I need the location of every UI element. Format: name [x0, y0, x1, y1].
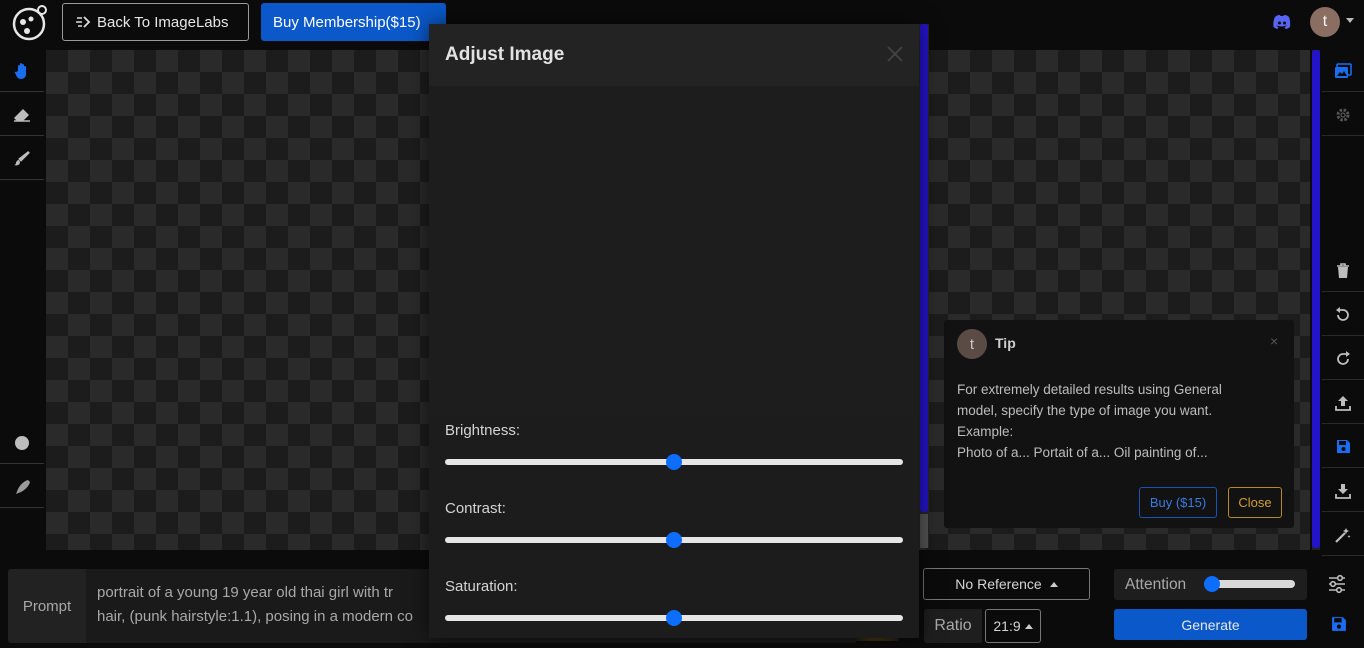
- adjust-image-dialog: Adjust Image Brightness: Contrast: Satur…: [429, 24, 919, 638]
- caret-up-icon: [1049, 581, 1058, 587]
- brush-tool-button[interactable]: [0, 138, 44, 180]
- reference-dropdown-label: No Reference: [955, 576, 1042, 592]
- caret-up-icon: [1024, 623, 1033, 629]
- download-button[interactable]: [1322, 470, 1364, 512]
- brush-icon: [14, 150, 30, 165]
- contrast-label: Contrast:: [445, 500, 506, 517]
- attention-label: Attention: [1125, 576, 1187, 593]
- saturation-label: Saturation:: [445, 578, 518, 595]
- hand-tool-button[interactable]: [0, 50, 44, 92]
- settings-cog-button[interactable]: [1322, 94, 1364, 136]
- attention-control: Attention: [1114, 569, 1307, 600]
- ratio-value: 21:9: [993, 618, 1021, 634]
- brightness-label: Brightness:: [445, 422, 521, 439]
- magic-wand-button[interactable]: [1322, 514, 1364, 556]
- tip-buy-button[interactable]: Buy ($15): [1139, 487, 1217, 518]
- dialog-header: Adjust Image: [429, 24, 919, 86]
- modal-scrollbar-thumb[interactable]: [920, 24, 928, 512]
- image-preview: [429, 86, 919, 416]
- prompt-label: Prompt: [8, 569, 86, 643]
- tip-panel: t Tip × For extremely detailed results u…: [944, 320, 1294, 528]
- tip-avatar: t: [957, 329, 987, 359]
- back-button-label: Back To ImageLabs: [97, 13, 229, 31]
- tip-line: Example:: [957, 424, 1014, 439]
- run-back-icon: [76, 16, 91, 28]
- attention-slider-thumb[interactable]: [1204, 576, 1220, 592]
- ratio-label: Ratio: [924, 609, 982, 643]
- user-menu-caret-icon[interactable]: [1346, 18, 1354, 23]
- upload-button[interactable]: [1322, 382, 1364, 424]
- saturation-slider[interactable]: [445, 610, 903, 626]
- back-to-imagelabs-button[interactable]: Back To ImageLabs: [62, 3, 249, 41]
- buy-membership-button[interactable]: Buy Membership($15): [261, 3, 446, 41]
- tip-title: Tip: [995, 335, 1016, 351]
- pen-tool-button[interactable]: [0, 466, 44, 508]
- brightness-slider-thumb[interactable]: [666, 454, 682, 470]
- discord-icon[interactable]: [1272, 12, 1292, 32]
- app-root: Back To ImageLabs Buy Membership($15) t: [0, 0, 1364, 648]
- sliders-settings-icon[interactable]: [1327, 574, 1347, 594]
- download-icon: [1335, 483, 1351, 499]
- saturation-slider-thumb[interactable]: [666, 610, 682, 626]
- undo-button[interactable]: [1322, 294, 1364, 336]
- imagelabs-logo-icon[interactable]: [9, 4, 49, 42]
- canvas-scrollbar-thumb[interactable]: [1312, 50, 1320, 548]
- contrast-slider-thumb[interactable]: [666, 532, 682, 548]
- modal-scrollbar[interactable]: [919, 24, 929, 548]
- dialog-title: Adjust Image: [445, 44, 565, 65]
- magic-wand-icon: [1335, 527, 1351, 543]
- right-tool-strip: [1322, 50, 1364, 556]
- tip-close-button[interactable]: Close: [1228, 487, 1282, 518]
- canvas-scrollbar[interactable]: [1312, 50, 1320, 550]
- contrast-slider[interactable]: [445, 532, 903, 548]
- modal-scrollbar-track-end: [920, 514, 928, 548]
- gallery-button[interactable]: [1322, 50, 1364, 92]
- tip-dismiss-icon[interactable]: ×: [1270, 333, 1278, 349]
- reference-dropdown[interactable]: No Reference: [923, 568, 1090, 600]
- attention-slider[interactable]: [1204, 576, 1295, 592]
- circle-tool-button[interactable]: [0, 422, 44, 464]
- redo-button[interactable]: [1322, 338, 1364, 380]
- save-prompt-icon[interactable]: [1331, 616, 1347, 632]
- undo-icon: [1336, 306, 1349, 321]
- hand-icon: [14, 62, 26, 79]
- tip-body: For extremely detailed results using Gen…: [957, 379, 1277, 463]
- user-avatar[interactable]: t: [1310, 7, 1340, 37]
- tip-line: Photo of a... Portait of a... Oil painti…: [957, 445, 1208, 460]
- save-button[interactable]: [1322, 426, 1364, 468]
- brightness-slider[interactable]: [445, 454, 903, 470]
- redo-icon: [1337, 350, 1350, 365]
- close-icon[interactable]: [885, 44, 905, 64]
- circle-icon: [15, 435, 29, 450]
- eraser-icon: [14, 108, 30, 122]
- delete-button[interactable]: [1322, 250, 1364, 292]
- left-tool-strip: [0, 50, 44, 593]
- save-icon: [1336, 440, 1350, 453]
- settings-cog-icon: [1336, 108, 1350, 121]
- gallery-icon: [1335, 62, 1352, 78]
- eraser-tool-button[interactable]: [0, 94, 44, 136]
- trash-icon: [1337, 262, 1349, 278]
- upload-icon: [1335, 395, 1351, 411]
- generate-button[interactable]: Generate: [1114, 609, 1307, 640]
- tip-line: For extremely detailed results using Gen…: [957, 382, 1222, 397]
- ratio-dropdown[interactable]: 21:9: [985, 609, 1041, 643]
- tip-line: model, specify the type of image you wan…: [957, 403, 1213, 418]
- pen-icon: [16, 479, 30, 494]
